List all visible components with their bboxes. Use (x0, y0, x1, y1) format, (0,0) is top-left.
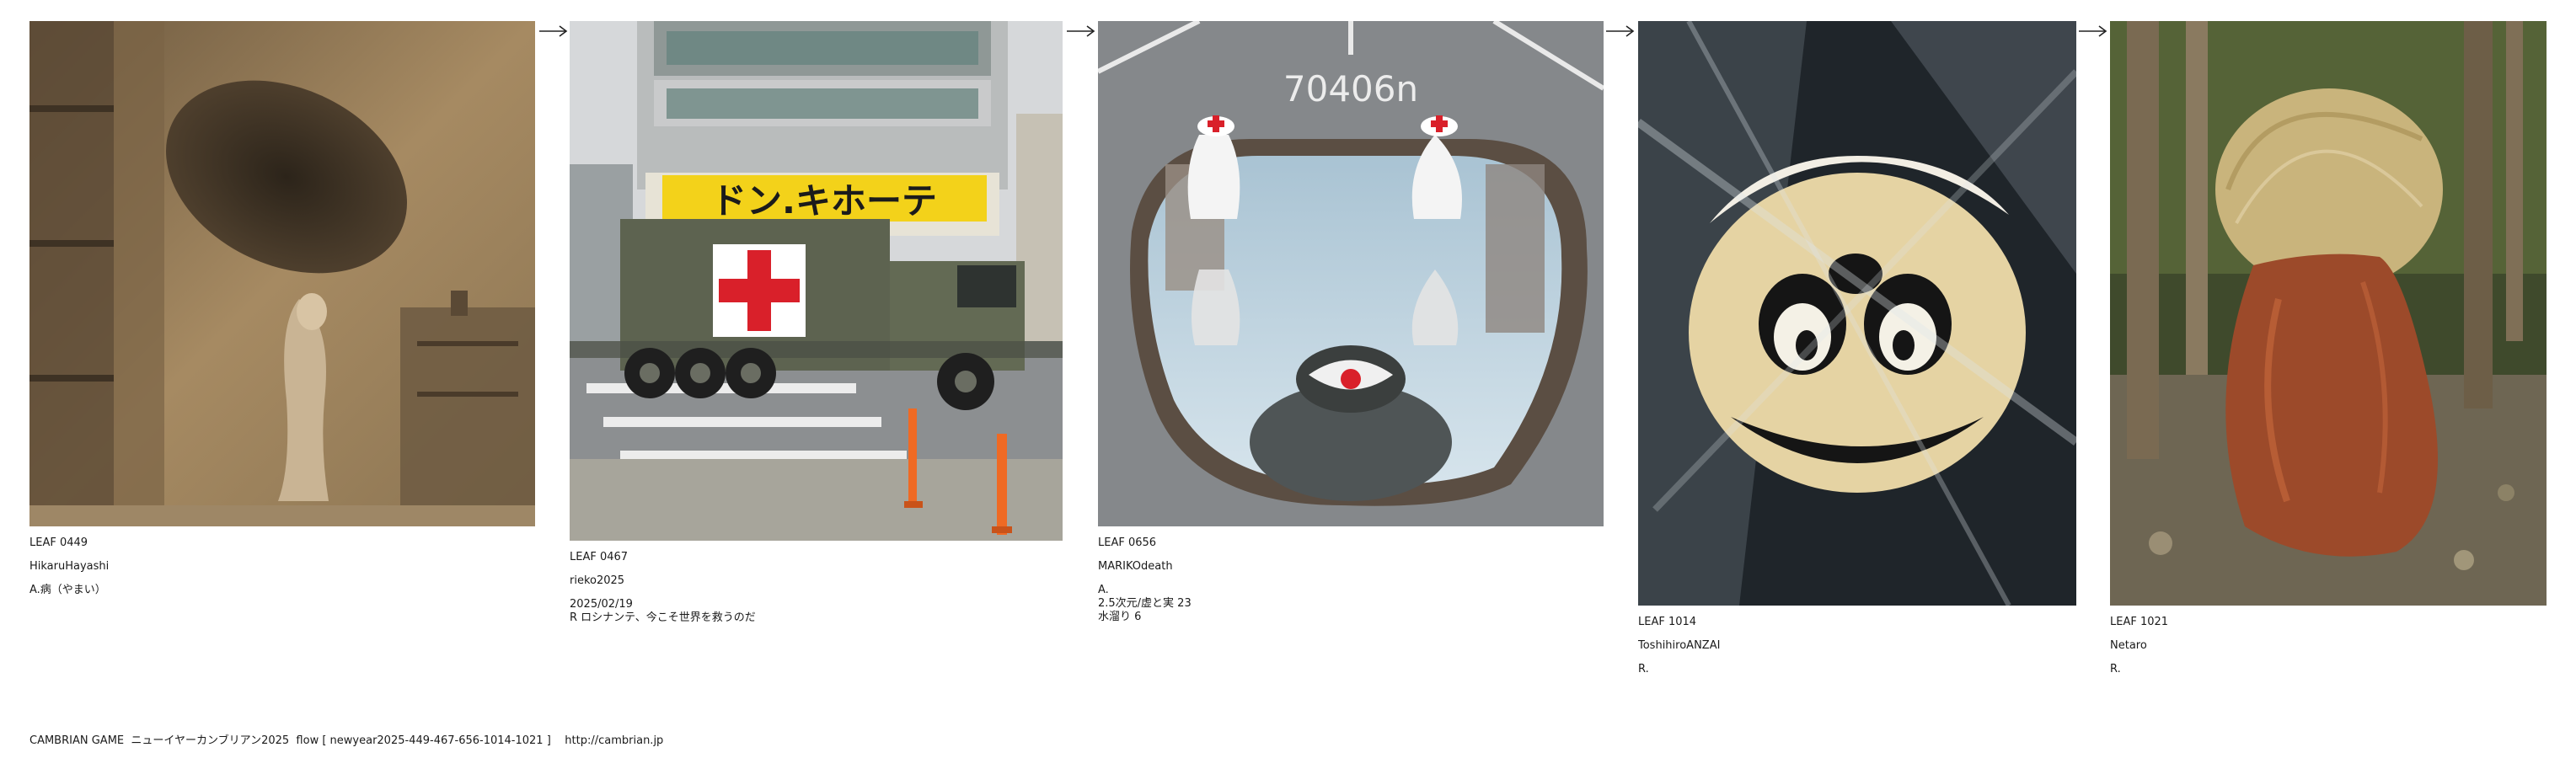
leaf-comment-line: R ロシナンテ、今こそ世界を救うのだ (570, 611, 756, 624)
leaf-1014[interactable]: LEAF 1014 ToshihiroANZAI R. (1638, 21, 2076, 676)
leaf-image-0449[interactable] (29, 21, 535, 526)
leaf-user-link[interactable]: ToshihiroANZAI (1638, 639, 2076, 653)
flow-arrow-icon (1067, 25, 1095, 37)
sepia-figure-image (29, 21, 535, 526)
leaf-comment-line: A. (1098, 584, 1109, 596)
store-sign-text: ドン.キホーテ (711, 180, 937, 222)
leaf-comment-line: R. (2110, 663, 2121, 675)
leaf-0449[interactable]: LEAF 0449 HikaruHayashi A.病（やまい） (29, 21, 535, 597)
leaf-id: LEAF 0656 (1098, 536, 1157, 549)
leaf-image-1021[interactable] (2110, 21, 2547, 606)
leaf-image-0656[interactable]: 70406n (1098, 21, 1604, 526)
garbage-bag-image (2110, 21, 2547, 606)
road-marking-text: 70406n (1283, 68, 1418, 109)
leaf-comment-line: A.病（やまい） (29, 584, 106, 596)
leaf-0467[interactable]: ドン.キホーテ LEAF 0467 rieko2025 2025/02/19 R… (570, 21, 1063, 625)
leaf-1021[interactable]: LEAF 1021 Netaro R. (2110, 21, 2547, 676)
leaf-id: LEAF 0449 (29, 536, 88, 549)
leaf-caption: LEAF 0449 HikaruHayashi A.病（やまい） (29, 536, 535, 597)
flow-arrow-icon (2079, 25, 2107, 37)
leaf-id: LEAF 1014 (1638, 616, 1697, 628)
leaf-user-link[interactable]: HikaruHayashi (29, 560, 535, 574)
leaf-user-link[interactable]: rieko2025 (570, 574, 1063, 588)
plastic-wrapped-face-image (1638, 21, 2076, 606)
leaf-id: LEAF 0467 (570, 551, 629, 563)
flow-arrow-icon (1606, 25, 1635, 37)
leaf-image-0467[interactable]: ドン.キホーテ (570, 21, 1063, 541)
leaf-caption: LEAF 1014 ToshihiroANZAI R. (1638, 616, 2076, 676)
leaf-comment-line: 2025/02/19 (570, 598, 633, 611)
leaf-user-link[interactable]: Netaro (2110, 639, 2547, 653)
game-footer: CAMBRIAN GAME ニューイヤーカンブリアン2025 flow [ ne… (29, 734, 664, 747)
leaf-caption: LEAF 1021 Netaro R. (2110, 616, 2547, 676)
puddle-monster-image: 70406n (1098, 21, 1604, 526)
leaf-0656[interactable]: 70406n LEAF 0656 MARIKOdeath A. 2.5次元/虚と… (1098, 21, 1604, 624)
leaf-caption: LEAF 0467 rieko2025 2025/02/19 R ロシナンテ、今… (570, 551, 1063, 625)
leaf-id: LEAF 1021 (2110, 616, 2169, 628)
flow-arrow-icon (539, 25, 568, 37)
leaf-caption: LEAF 0656 MARIKOdeath A. 2.5次元/虚と実 23 水溜… (1098, 536, 1604, 624)
leaf-user-link[interactable]: MARIKOdeath (1098, 560, 1604, 574)
military-truck-image: ドン.キホーテ (570, 21, 1063, 541)
leaf-image-1014[interactable] (1638, 21, 2076, 606)
leaf-comment-line: 2.5次元/虚と実 23 (1098, 597, 1192, 610)
leaf-comment-line: 水溜り 6 (1098, 611, 1142, 623)
leaf-comment-line: R. (1638, 663, 1649, 675)
